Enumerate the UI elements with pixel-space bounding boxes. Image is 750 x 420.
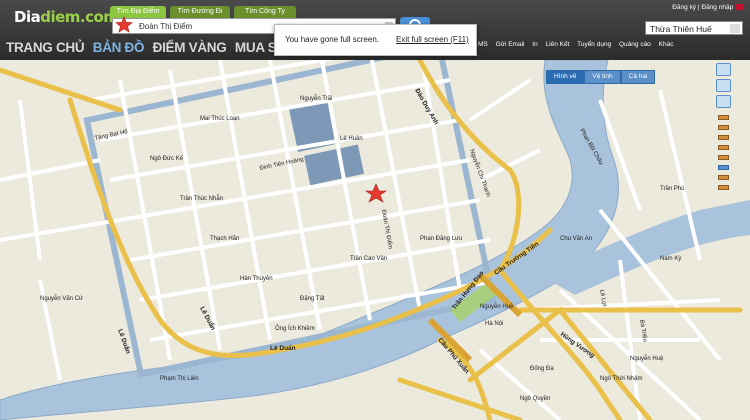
street-label: Chu Văn An	[560, 236, 592, 242]
street-label: Nguyễn Trãi	[300, 95, 332, 102]
zoom-level-tick[interactable]	[718, 185, 729, 190]
location-marker-icon[interactable]	[365, 183, 387, 203]
street-label: Thạch Hãn	[210, 236, 239, 242]
street-label: Nguyễn Văn Cừ	[40, 295, 83, 302]
subnav-other[interactable]: Khác	[659, 41, 674, 48]
tab-find-route[interactable]: Tìm Đường Đi	[170, 6, 230, 18]
street-label: Trần Phú	[660, 186, 684, 192]
zoom-out-icon[interactable]	[716, 95, 731, 108]
street-label: Ngô Thời Nhậm	[600, 376, 643, 382]
street-label: Hà Nội	[485, 321, 503, 327]
subnav-email[interactable]: Gửi Email	[496, 41, 525, 48]
zoom-level-tick[interactable]	[718, 175, 729, 180]
map-type-switcher: Hình vẽ Vệ tinh Cả hai	[546, 63, 656, 84]
province-select[interactable]: Thừa Thiên Huế	[645, 21, 743, 35]
street-label: Nam Kỳ	[660, 256, 681, 262]
map-type-drawing[interactable]: Hình vẽ	[546, 70, 585, 84]
register-link[interactable]: Đăng ký	[672, 4, 696, 11]
street-label: Đống Đa	[530, 366, 554, 372]
fullscreen-toast: You have gone full screen. Exit full scr…	[274, 24, 477, 56]
zoom-level-tick[interactable]	[718, 115, 729, 120]
zoom-slider-handle[interactable]	[718, 165, 729, 170]
zoom-level-tick[interactable]	[718, 155, 729, 160]
map-canvas[interactable]: Lê Duẩn Lê Duẩn Lê Duẩn Đào Duy Anh Trần…	[0, 60, 750, 420]
zoom-control	[716, 63, 731, 393]
logo-text: Diadiem.com	[14, 8, 119, 26]
main-nav: TRANG CHỦ BẢN ĐỒ ĐIỂM VÀNG MUA SẮM	[6, 40, 302, 55]
subnav-jobs[interactable]: Tuyển dụng	[577, 41, 611, 48]
nav-home[interactable]: TRANG CHỦ	[6, 40, 85, 55]
subnav-link[interactable]: Liên Kết	[546, 41, 570, 48]
site-logo[interactable]: Diadiem.com	[6, 3, 119, 35]
zoom-level-tick[interactable]	[718, 135, 729, 140]
exit-fullscreen-link[interactable]: Exit full screen (F11)	[396, 25, 469, 55]
login-link[interactable]: Đăng nhập	[701, 4, 733, 11]
street-label: Ngô Đức Kế	[150, 156, 184, 162]
account-links: Đăng ký | Đăng nhập	[672, 4, 744, 11]
star-icon	[115, 16, 133, 33]
map-type-satellite[interactable]: Vệ tinh	[584, 70, 621, 84]
street-label: Phạm Thị Liên	[160, 376, 199, 382]
street-label: Nguyễn Huệ	[480, 303, 514, 310]
zoom-level-tick[interactable]	[718, 125, 729, 130]
zoom-in-icon[interactable]	[716, 79, 731, 92]
street-label: Trần Thúc Nhẫn	[180, 195, 223, 202]
street-label: Đặng Tất	[300, 296, 325, 302]
subnav-print[interactable]: In	[532, 41, 537, 48]
street-label: Nguyễn Huệ	[630, 355, 664, 362]
pan-icon[interactable]	[716, 63, 731, 76]
province-value: Thừa Thiên Huế	[650, 24, 712, 34]
zoom-level-tick[interactable]	[718, 145, 729, 150]
street-label: Đinh Tiên Hoàng	[259, 157, 304, 172]
street-label: Ông Ích Khiêm	[275, 325, 315, 332]
street-label: Hàn Thuyên	[240, 276, 273, 282]
subnav-ms[interactable]: MS	[478, 41, 488, 48]
street-label: Phan Đăng Lưu	[420, 236, 462, 242]
street-label: Lê Huân	[340, 136, 363, 142]
nav-gold-points[interactable]: ĐIỂM VÀNG	[153, 40, 227, 55]
flag-uk-icon[interactable]	[735, 4, 744, 11]
map-type-both[interactable]: Cả hai	[620, 70, 656, 84]
toast-message: You have gone full screen.	[285, 35, 379, 44]
street-label: Lê Duẩn	[270, 344, 296, 352]
street-label: Mai Thúc Loan	[200, 116, 240, 122]
street-label: Ngô Quyền	[520, 396, 550, 402]
chevron-down-icon	[730, 24, 740, 33]
map-svg[interactable]: Lê Duẩn Lê Duẩn Lê Duẩn Đào Duy Anh Trần…	[0, 60, 750, 420]
tab-find-company[interactable]: Tìm Công Ty	[234, 6, 296, 18]
sub-nav: MS Gửi Email In Liên Kết Tuyển dụng Quản…	[478, 41, 679, 48]
nav-map[interactable]: BẢN ĐỒ	[93, 40, 145, 55]
street-label: Trần Cao Vân	[350, 256, 387, 262]
subnav-ads[interactable]: Quảng cáo	[619, 41, 651, 48]
